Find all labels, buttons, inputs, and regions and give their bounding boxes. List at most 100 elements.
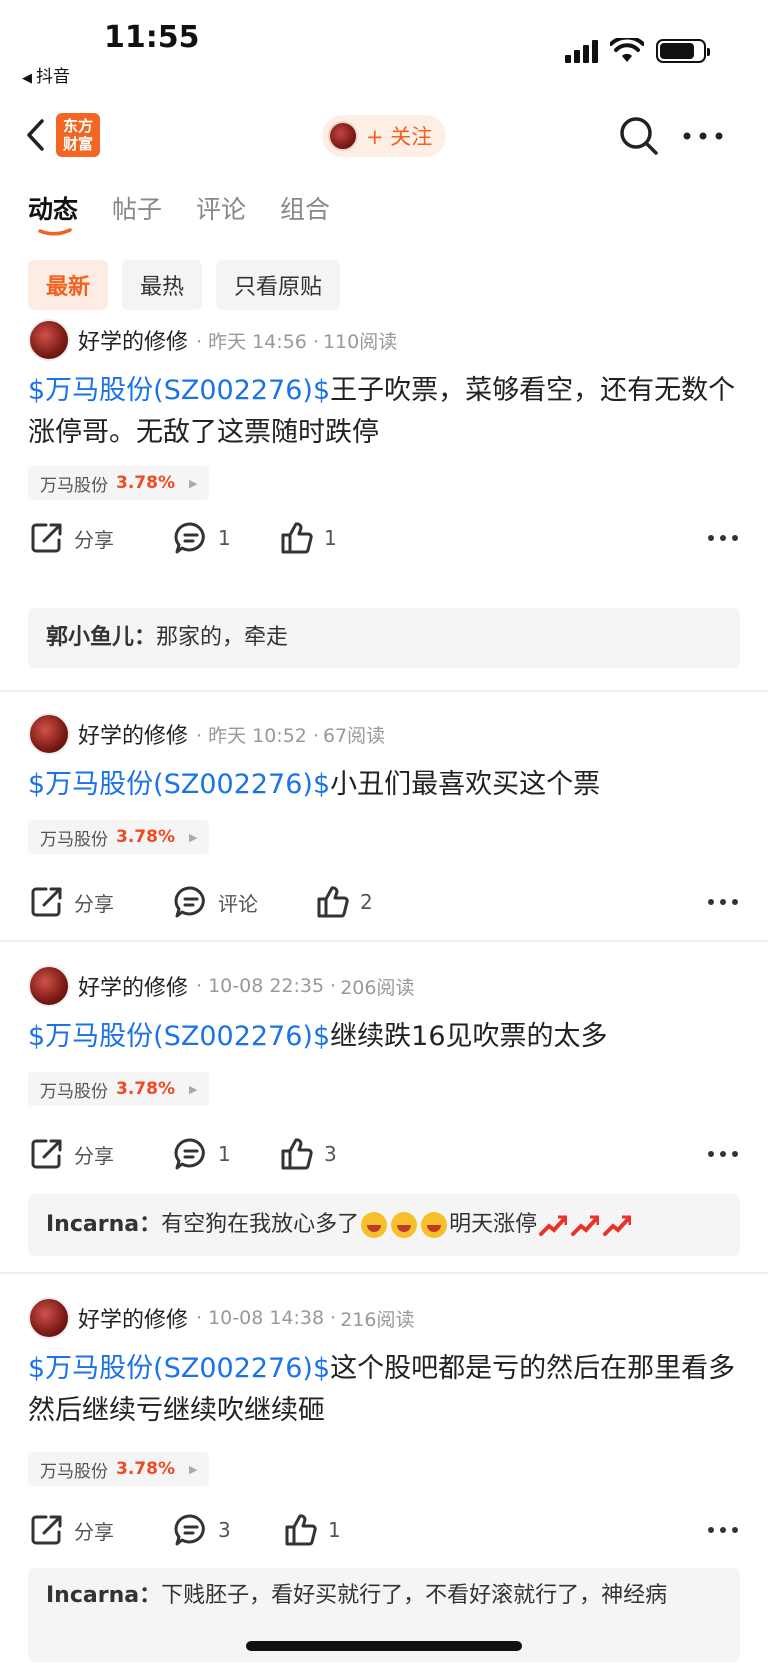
share-button[interactable]: 分享 [30,882,114,922]
back-to-app-link[interactable]: ◀ 抖音 [22,62,70,87]
follow-label: + 关注 [366,125,433,149]
feed-post: 好学的修修 · 10-08 22:35 · 206阅读 $万马股份(SZ0022… [0,964,768,1264]
post-body[interactable]: $万马股份(SZ002276)$王子吹票，菜够看空，还有无数个涨停哥。无敌了这票… [28,370,740,454]
comment-button[interactable]: 3 [174,1510,231,1550]
reply-preview[interactable]: Incarna： 有空狗在我放心多了 明天涨停 [28,1194,740,1256]
laughing-emoji-icon [391,1212,418,1238]
read-count: 67阅读 [322,724,386,747]
like-button[interactable]: 3 [280,1134,337,1174]
wifi-icon [610,38,644,62]
post-body[interactable]: $万马股份(SZ002276)$这个股吧都是亏的然后在那里看多然后继续亏继续吹继… [28,1348,740,1432]
tab-label: 评论 [196,195,247,224]
filter-hot[interactable]: 最热 [122,260,203,310]
chip-arrow-icon: ▶ [188,1082,198,1096]
stock-tag-link[interactable]: $万马股份(SZ002276)$ [28,769,330,800]
share-label: 分享 [74,1519,114,1544]
comment-button[interactable]: 1 [174,518,231,558]
share-button[interactable]: 分享 [30,1134,114,1174]
chip-arrow-icon: ▶ [188,476,198,490]
more-icon[interactable] [706,1140,740,1168]
comment-count: 1 [218,1142,231,1166]
author-name[interactable]: 好学的修修 [78,324,188,356]
like-count: 3 [324,1142,337,1166]
like-button[interactable]: 1 [284,1510,341,1550]
reply-text-2: 明天涨停 [449,1212,538,1237]
comment-count: 3 [218,1518,231,1542]
back-chevron-icon[interactable] [22,115,52,155]
post-actions: 分享 1 3 [28,1134,740,1174]
reply-text: 有空狗在我放心多了 [161,1212,360,1237]
post-header: 好学的修修 · 昨天 10:52 · 67阅读 [28,712,385,756]
more-icon[interactable] [680,115,726,157]
tab-comments[interactable]: 评论 [196,190,246,226]
comment-count: 评论 [218,891,258,916]
filter-original-only[interactable]: 只看原贴 [216,260,341,310]
divider [0,940,768,942]
status-bar: 11:55 ◀ 抖音 [0,0,768,95]
post-time: · 昨天 14:56 · [196,330,319,353]
like-count: 2 [360,890,373,914]
comment-button[interactable]: 评论 [174,882,258,922]
author-name[interactable]: 好学的修修 [78,970,188,1002]
comment-button[interactable]: 1 [174,1134,231,1174]
stock-chip[interactable]: 万马股份 3.78% ▶ [28,820,210,854]
reply-author: Incarna： [46,1212,162,1237]
post-actions: 分享 1 1 [28,518,740,558]
tab-active-indicator [38,228,72,236]
tab-portfolio[interactable]: 组合 [280,190,330,226]
avatar[interactable] [28,713,70,755]
stock-change: 3.78% [116,473,175,493]
read-count: 206阅读 [340,976,415,999]
share-icon [31,887,62,917]
author-name[interactable]: 好学的修修 [78,1302,188,1334]
logo-text: 东方 财富 [62,117,93,153]
post-header: 好学的修修 · 10-08 22:35 · 206阅读 [28,964,414,1008]
share-button[interactable]: 分享 [30,1510,114,1550]
reply-author: Incarna： [46,1583,162,1608]
reply-preview[interactable]: 郭小鱼儿： 那家的，牵走 [28,608,740,668]
stock-tag-link[interactable]: $万马股份(SZ002276)$ [28,1353,330,1384]
post-body[interactable]: $万马股份(SZ002276)$继续跌16见吹票的太多 [28,1016,740,1058]
author-name[interactable]: 好学的修修 [78,718,188,750]
more-icon[interactable] [706,1516,740,1544]
avatar[interactable] [28,965,70,1007]
reply-text: 下贱胚子，看好买就行了，不看好滚就行了，神经病 [161,1583,668,1608]
share-button[interactable]: 分享 [30,518,114,558]
post-text: 小丑们最喜欢买这个票 [330,769,601,800]
search-icon[interactable] [618,115,660,157]
home-indicator [246,1641,522,1651]
follow-button[interactable]: + 关注 [322,115,446,157]
more-icon[interactable] [706,888,740,916]
read-count: 216阅读 [340,1308,415,1331]
stock-tag-link[interactable]: $万马股份(SZ002276)$ [28,1021,330,1052]
post-time: · 昨天 10:52 · [196,724,319,747]
stock-change: 3.78% [116,1079,175,1099]
like-button[interactable]: 2 [316,882,373,922]
stock-chip[interactable]: 万马股份 3.78% ▶ [28,1072,210,1106]
post-header: 好学的修修 · 昨天 14:56 · 110阅读 [28,318,397,362]
chip-arrow-icon: ▶ [188,830,198,844]
tab-label: 动态 [28,195,79,224]
laughing-emoji-icon [421,1212,448,1238]
share-icon [31,1515,62,1545]
like-button[interactable]: 1 [280,518,337,558]
profile-tabs: 动态 帖子 评论 组合 [28,190,330,236]
filter-latest[interactable]: 最新 [28,260,109,310]
stock-chip[interactable]: 万马股份 3.78% ▶ [28,466,210,500]
divider [0,690,768,692]
stock-name: 万马股份 [40,829,108,850]
tab-posts[interactable]: 帖子 [112,190,162,226]
tab-dynamic[interactable]: 动态 [28,190,79,236]
avatar[interactable] [28,1297,70,1339]
stock-tag-link[interactable]: $万马股份(SZ002276)$ [28,375,330,406]
trend-up-icon [539,1215,568,1236]
read-count: 110阅读 [322,330,398,353]
divider [0,1272,768,1274]
comment-icon [174,1514,205,1546]
avatar[interactable] [28,319,70,361]
post-body[interactable]: $万马股份(SZ002276)$小丑们最喜欢买这个票 [28,764,740,806]
stock-chip[interactable]: 万马股份 3.78% ▶ [28,1452,210,1486]
more-icon[interactable] [706,524,740,552]
chip-arrow-icon: ▶ [188,1462,198,1476]
post-time: · 10-08 14:38 · [196,1307,337,1329]
